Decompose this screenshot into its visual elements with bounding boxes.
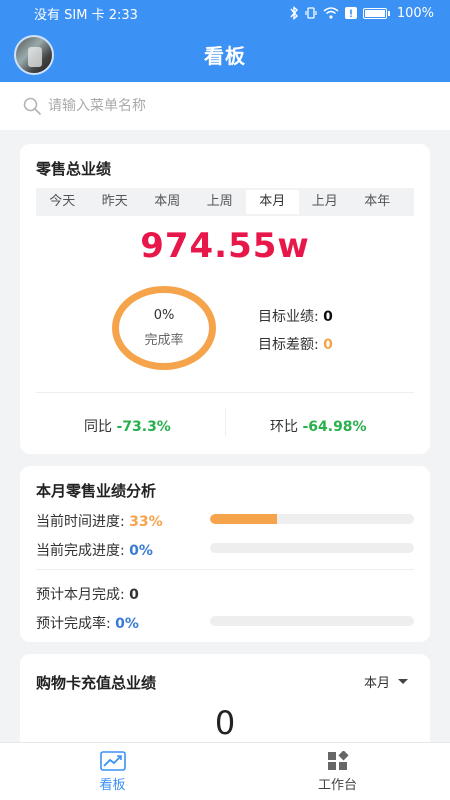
chart-trend-icon xyxy=(99,750,126,771)
completion-progress-bar xyxy=(210,543,414,553)
target-label: 目标业绩: xyxy=(258,309,319,325)
forecast-rate-bar xyxy=(210,616,414,626)
battery-level: 100% xyxy=(396,5,434,21)
tab-this-month[interactable]: 本月 xyxy=(246,190,299,214)
analysis-card-title: 本月零售业绩分析 xyxy=(36,482,157,500)
divider xyxy=(36,569,414,570)
forecast-value: 0 xyxy=(129,587,139,603)
nav-workbench-label: 工作台 xyxy=(317,777,357,793)
vibrate-icon xyxy=(305,7,317,19)
tab-today[interactable]: 今天 xyxy=(36,188,89,216)
card-recharge-card: 购物卡充值总业绩 本月 0 xyxy=(20,654,430,754)
divider xyxy=(225,408,226,436)
carrier-time: 没有 SIM 卡 2:33 xyxy=(34,7,138,23)
yoy-stat: 同比 -73.3% xyxy=(84,416,171,436)
gap-row: 目标差额: 0 xyxy=(258,334,333,354)
tab-overflow[interactable] xyxy=(404,188,414,216)
completion-ring: 0% 完成率 xyxy=(112,286,216,370)
completion-progress-label: 当前完成进度: xyxy=(36,543,125,559)
search-bar[interactable] xyxy=(0,82,450,130)
forecast-row: 预计本月完成: 0 xyxy=(36,584,139,604)
forecast-label: 预计本月完成: xyxy=(36,587,125,603)
completion-label: 完成率 xyxy=(144,333,184,348)
time-progress-value: 33% xyxy=(129,514,163,530)
status-bar: 没有 SIM 卡 2:33 100% xyxy=(0,0,450,26)
bottom-nav: 看板 工作台 xyxy=(0,742,450,800)
tab-last-month[interactable]: 上月 xyxy=(299,188,352,216)
nav-workbench[interactable]: 工作台 xyxy=(225,743,450,800)
gap-label: 目标差额: xyxy=(258,337,319,353)
forecast-rate-label: 预计完成率: xyxy=(36,616,111,632)
time-progress-row: 当前时间进度: 33% xyxy=(36,511,163,531)
retail-card-title: 零售总业绩 xyxy=(36,160,112,178)
recharge-value: 0 xyxy=(214,704,236,742)
mom-label: 环比 xyxy=(270,419,298,435)
avatar[interactable] xyxy=(14,35,54,75)
bluetooth-icon xyxy=(290,6,298,20)
mom-value: -64.98% xyxy=(302,419,367,435)
tab-this-year[interactable]: 本年 xyxy=(351,188,404,216)
wifi-icon xyxy=(323,7,339,19)
time-progress-fill xyxy=(210,514,278,524)
forecast-rate-row: 预计完成率: 0% xyxy=(36,613,139,633)
retail-total-card: 零售总业绩 今天 昨天 本周 上周 本月 上月 本年 974.55w 0% 完成… xyxy=(20,144,430,454)
mom-stat: 环比 -64.98% xyxy=(270,416,367,436)
period-dropdown-value: 本月 xyxy=(363,676,390,691)
target-row: 目标业绩: 0 xyxy=(258,306,333,326)
tab-this-week[interactable]: 本周 xyxy=(141,188,194,216)
monthly-analysis-card: 本月零售业绩分析 当前时间进度: 33% 当前完成进度: 0% 预计本月完成: … xyxy=(20,466,430,642)
forecast-rate-value: 0% xyxy=(115,616,139,632)
grid-icon xyxy=(327,750,349,770)
completion-progress-value: 0% xyxy=(129,543,153,559)
tab-last-week[interactable]: 上周 xyxy=(194,188,247,216)
divider xyxy=(36,392,414,393)
tab-yesterday[interactable]: 昨天 xyxy=(89,188,142,216)
status-icons: 100% xyxy=(289,6,434,21)
page-title: 看板 xyxy=(204,43,246,68)
search-input[interactable] xyxy=(48,98,428,114)
chevron-down-icon xyxy=(398,679,408,684)
battery-icon xyxy=(362,7,390,19)
target-value: 0 xyxy=(323,309,333,325)
app-header: 看板 xyxy=(0,26,450,82)
time-progress-label: 当前时间进度: xyxy=(36,514,125,530)
completion-percent: 0% xyxy=(153,308,175,323)
period-dropdown[interactable]: 本月 xyxy=(364,672,408,691)
completion-progress-row: 当前完成进度: 0% xyxy=(36,540,153,560)
alert-icon xyxy=(344,7,357,19)
nav-dashboard-label: 看板 xyxy=(99,777,126,793)
nav-dashboard[interactable]: 看板 xyxy=(0,743,225,800)
gap-value: 0 xyxy=(323,337,333,353)
time-progress-bar xyxy=(210,514,414,524)
yoy-label: 同比 xyxy=(84,419,112,435)
search-icon xyxy=(23,97,41,115)
yoy-value: -73.3% xyxy=(116,419,171,435)
recharge-card-title: 购物卡充值总业绩 xyxy=(36,674,157,692)
period-tabs: 今天 昨天 本周 上周 本月 上月 本年 xyxy=(36,188,414,216)
retail-total-value: 974.55w xyxy=(140,226,310,266)
